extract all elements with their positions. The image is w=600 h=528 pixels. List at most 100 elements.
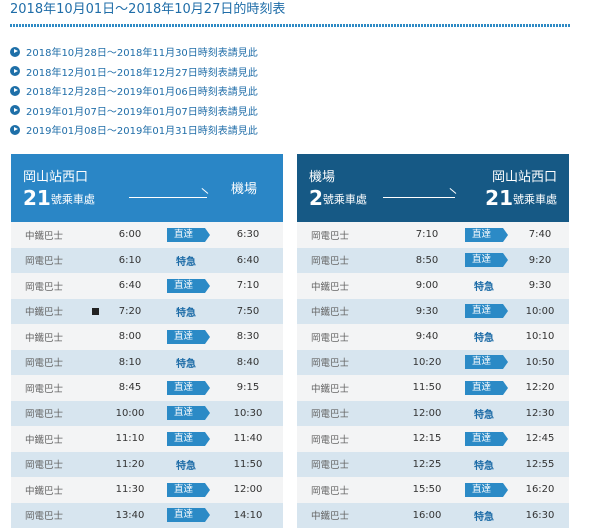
table-row: 岡電巴士 11:20 特急 11:50 (11, 451, 283, 477)
direct-badge: 直達 (167, 431, 210, 446)
circle-arrow-right-icon (10, 46, 20, 57)
period-link-label: 2019年01月08日～2019年01月31日時刻表請見此 (26, 126, 258, 137)
timetable-okayama-to-airport: 岡山站西口 21號乘車處 機場 中鐵巴士 6:00 直達 6:30 岡電巴士 6:10 特急… (11, 154, 283, 528)
timetable-airport-to-okayama: 機場 2號乘車處 岡山站西口 21號乘車處 岡電巴士 7:10 直達 7:40 岡電巴士… (297, 154, 569, 528)
direct-badge: 直達 (167, 406, 210, 421)
origin-name: 機場 (309, 170, 336, 185)
arrival-time: 16:30 (525, 509, 555, 521)
table-row: 岡電巴士 12:15 直達 12:45 (297, 426, 569, 452)
table-row: 中鐵巴士 7:20 特急 7:50 (11, 298, 283, 324)
departure-time: 7:10 (415, 229, 439, 241)
departure-time: 8:00 (118, 331, 142, 343)
arrival-time: 10:50 (525, 356, 555, 368)
long-arrow-right-icon (129, 197, 207, 198)
arrival-time: 11:50 (233, 458, 263, 470)
bus-company: 中鐵巴士 (311, 307, 350, 319)
period-link[interactable]: 2018年12月28日～2019年01月06日時刻表請見此 (10, 81, 570, 100)
table-row: 中鐵巴士 9:00 特急 9:30 (297, 273, 569, 299)
arrival-time: 12:30 (525, 407, 555, 419)
origin-name: 岡山站西口 (23, 170, 89, 185)
service-type-cell: 直達 (457, 304, 511, 319)
arrival-time: 12:20 (525, 382, 555, 394)
bus-company: 中鐵巴士 (25, 332, 64, 344)
origin-stop: 2號乘車處 (309, 186, 367, 210)
departure-time: 11:50 (412, 382, 442, 394)
table-row: 岡電巴士 10:20 直達 10:50 (297, 349, 569, 375)
table-row: 岡電巴士 6:40 直達 7:10 (11, 273, 283, 299)
arrival-time: 7:50 (236, 305, 260, 317)
service-type-cell: 特急 (154, 457, 218, 472)
direct-badge: 直達 (465, 431, 508, 446)
bus-company: 中鐵巴士 (25, 307, 64, 319)
origin-stop-label: 號乘車處 (322, 193, 367, 206)
bus-company: 中鐵巴士 (311, 383, 350, 395)
service-type-cell: 直達 (457, 380, 511, 395)
arrival-time: 10:00 (525, 305, 555, 317)
bus-company: 岡電巴士 (311, 434, 350, 446)
departure-time: 8:50 (415, 254, 439, 266)
table-row: 岡電巴士 12:25 特急 12:55 (297, 451, 569, 477)
other-periods-list: 2018年10月28日～2018年11月30日時刻表請見此 2018年12月01日… (10, 42, 570, 140)
period-link[interactable]: 2018年10月28日～2018年11月30日時刻表請見此 (10, 42, 570, 61)
direct-badge: 直達 (465, 253, 508, 268)
period-link[interactable]: 2018年12月01日～2018年12月27日時刻表請見此 (10, 62, 570, 81)
direct-badge: 直達 (167, 227, 210, 242)
express-label: 特急 (176, 460, 196, 472)
circle-arrow-right-icon (10, 66, 20, 76)
direct-badge: 直達 (465, 380, 508, 395)
period-link-label: 2018年12月28日～2019年01月06日時刻表請見此 (26, 87, 258, 98)
arrival-time: 8:40 (236, 356, 260, 368)
service-type-cell: 直達 (154, 431, 218, 446)
departure-time: 12:25 (412, 458, 442, 470)
direct-badge: 直達 (465, 482, 508, 497)
arrival-time: 12:55 (525, 458, 555, 470)
bus-company: 岡電巴士 (311, 485, 350, 497)
departure-time: 6:00 (118, 229, 142, 241)
bus-company: 岡電巴士 (311, 409, 350, 421)
bus-company: 岡電巴士 (25, 281, 64, 293)
period-link-label: 2018年12月01日～2018年12月27日時刻表請見此 (26, 67, 258, 79)
departure-time: 11:10 (115, 433, 145, 445)
service-type-cell: 直達 (154, 329, 218, 344)
service-type-cell: 特急 (457, 457, 511, 472)
service-type-cell: 直達 (154, 406, 218, 421)
title-rule (10, 24, 570, 27)
departure-time: 8:45 (118, 382, 142, 394)
table-row: 岡電巴士 12:00 特急 12:30 (297, 400, 569, 426)
bus-company: 岡電巴士 (311, 256, 350, 268)
table-row: 岡電巴士 7:10 直達 7:40 (297, 222, 569, 248)
table-body: 岡電巴士 7:10 直達 7:40 岡電巴士 8:50 直達 9:20 中鐵巴士 9:00 特急 9:… (297, 222, 569, 528)
service-type-cell: 直達 (457, 355, 511, 370)
table-row: 中鐵巴士 11:50 直達 12:20 (297, 375, 569, 401)
long-arrow-right-icon (383, 197, 455, 198)
departure-time: 11:30 (115, 484, 145, 496)
arrival-time: 9:15 (236, 382, 260, 394)
table-row: 岡電巴士 9:40 特急 10:10 (297, 324, 569, 350)
arrival-time: 16:20 (525, 484, 555, 496)
destination-stop-label: 號乘車處 (513, 193, 557, 206)
bus-company: 岡電巴士 (25, 358, 64, 370)
destination-stop: 21號乘車處 (485, 186, 557, 210)
arrival-time: 6:40 (236, 254, 260, 266)
direct-badge: 直達 (465, 227, 508, 242)
arrival-time: 8:30 (236, 331, 260, 343)
direct-badge: 直達 (167, 278, 210, 293)
service-type-cell: 直達 (154, 278, 218, 293)
express-label: 特急 (176, 358, 196, 370)
period-link[interactable]: 2019年01月08日～2019年01月31日時刻表請見此 (10, 120, 570, 139)
express-label: 特急 (176, 256, 196, 268)
bus-company: 岡電巴士 (311, 332, 350, 344)
service-type-cell: 直達 (457, 431, 511, 446)
direct-badge: 直達 (465, 355, 508, 370)
table-body: 中鐵巴士 6:00 直達 6:30 岡電巴士 6:10 特急 6:40 岡電巴士 6:40 直達 7:… (11, 222, 283, 528)
service-type-cell: 特急 (154, 355, 218, 370)
period-link[interactable]: 2019年01月07日～2019年01月07日時刻表請見此 (10, 101, 570, 120)
service-type-cell: 特急 (457, 406, 511, 421)
circle-arrow-right-icon (10, 105, 20, 115)
destination-name: 岡山站西口 (491, 170, 557, 185)
departure-time: 16:00 (412, 509, 442, 521)
departure-time: 6:40 (118, 280, 142, 292)
bus-company: 岡電巴士 (311, 460, 350, 472)
table-row: 中鐵巴士 9:30 直達 10:00 (297, 298, 569, 324)
express-label: 特急 (474, 511, 494, 523)
